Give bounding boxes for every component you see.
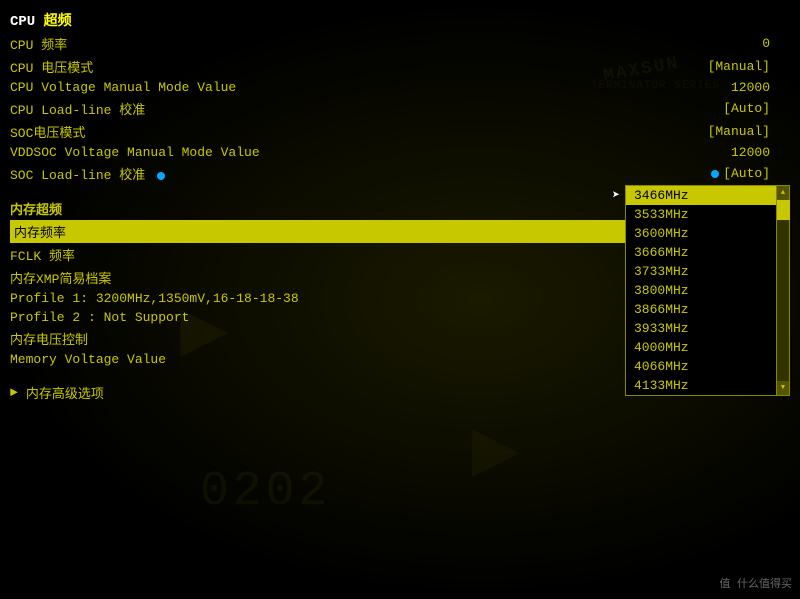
dropdown-item-3733[interactable]: 3733MHz: [626, 262, 776, 281]
dropdown-item-3466-label: 3466MHz: [634, 188, 689, 203]
scroll-down-icon: ▼: [781, 384, 785, 392]
dropdown-item-3600[interactable]: 3600MHz: [626, 224, 776, 243]
dropdown-item-3933[interactable]: 3933MHz: [626, 319, 776, 338]
cpu-loadline-row[interactable]: CPU Load-line 校准 [Auto]: [10, 97, 770, 120]
dropdown-item-3600-label: 3600MHz: [634, 226, 689, 241]
cpu-freq-value: 0: [762, 36, 770, 51]
soc-loadline-row[interactable]: SOC Load-line 校准 [Auto]: [10, 162, 770, 185]
pointer-triangle-icon: ►: [10, 385, 18, 400]
scrollbar-track: [776, 200, 789, 381]
cpu-voltage-manual-value: 12000: [731, 80, 770, 95]
cpu-label-static: CPU: [10, 14, 44, 30]
scrollbar-thumb[interactable]: [777, 200, 790, 220]
cpu-voltage-mode-value: [Manual]: [708, 59, 770, 74]
soc-loadline-label: SOC Load-line 校准: [10, 164, 169, 183]
advanced-options-label: 内存高级选项: [26, 383, 104, 402]
soc-voltage-mode-value: [Manual]: [708, 124, 770, 139]
cpu-freq-row[interactable]: CPU 频率 0: [10, 32, 770, 55]
dropdown-item-3533[interactable]: 3533MHz: [626, 205, 776, 224]
dropdown-item-4066[interactable]: 4066MHz: [626, 357, 776, 376]
soc-loadline-dot2: [711, 170, 719, 178]
dropdown-item-4000-label: 4000MHz: [634, 340, 689, 355]
cpu-voltage-manual-row[interactable]: CPU Voltage Manual Mode Value 12000: [10, 78, 770, 97]
soc-voltage-mode-label: SOC电压模式: [10, 122, 85, 141]
cpu-section-title: CPU 超频: [10, 10, 770, 30]
mouse-cursor-icon: ➤: [612, 188, 620, 203]
cpu-voltage-manual-label: CPU Voltage Manual Mode Value: [10, 80, 236, 95]
dropdown-item-3866-label: 3866MHz: [634, 302, 689, 317]
dropdown-item-3800-label: 3800MHz: [634, 283, 689, 298]
cpu-loadline-label: CPU Load-line 校准: [10, 99, 145, 118]
soc-voltage-mode-row[interactable]: SOC电压模式 [Manual]: [10, 120, 770, 143]
dropdown-item-3666-label: 3666MHz: [634, 245, 689, 260]
dropdown-item-4066-label: 4066MHz: [634, 359, 689, 374]
dropdown-item-4133[interactable]: 4133MHz: [626, 376, 776, 395]
dropdown-items-container: 3466MHz 3533MHz 3600MHz 3666MHz 3733MHz …: [626, 186, 776, 395]
vddsoc-voltage-value: 12000: [731, 145, 770, 160]
cpu-label-highlight: 超频: [44, 14, 72, 30]
xmp-profile-label: 内存XMP简易档案: [10, 268, 111, 287]
dropdown-item-3533-label: 3533MHz: [634, 207, 689, 222]
dropdown-item-3666[interactable]: 3666MHz: [626, 243, 776, 262]
soc-loadline-value: [Auto]: [707, 166, 770, 181]
cpu-freq-label: CPU 频率: [10, 34, 67, 53]
scroll-up-icon: ▲: [781, 189, 785, 197]
dropdown-item-4133-label: 4133MHz: [634, 378, 689, 393]
bottom-right-watermark: 值 什么值得买: [719, 575, 792, 591]
scrollbar-down-arrow[interactable]: ▼: [776, 381, 789, 395]
mem-freq-label: 内存频率: [14, 222, 66, 241]
dropdown-item-3866[interactable]: 3866MHz: [626, 300, 776, 319]
mem-voltage-value-label: Memory Voltage Value: [10, 352, 166, 367]
fclk-freq-label: FCLK 频率: [10, 245, 75, 264]
freq-dropdown[interactable]: ▲ ▼ 3466MHz 3533MHz 3600MHz 3666MHz: [625, 185, 790, 396]
cpu-voltage-mode-row[interactable]: CPU 电压模式 [Manual]: [10, 55, 770, 78]
cpu-voltage-mode-label: CPU 电压模式: [10, 57, 93, 76]
cpu-loadline-value: [Auto]: [723, 101, 770, 116]
vddsoc-voltage-row[interactable]: VDDSOC Voltage Manual Mode Value 12000: [10, 143, 770, 162]
dropdown-item-3933-label: 3933MHz: [634, 321, 689, 336]
dropdown-item-3800[interactable]: 3800MHz: [626, 281, 776, 300]
dropdown-item-4000[interactable]: 4000MHz: [626, 338, 776, 357]
mem-voltage-control-label: 内存电压控制: [10, 329, 88, 348]
dropdown-item-3733-label: 3733MHz: [634, 264, 689, 279]
dropdown-item-3466[interactable]: 3466MHz: [626, 186, 776, 205]
vddsoc-voltage-label: VDDSOC Voltage Manual Mode Value: [10, 145, 260, 160]
scrollbar-up-arrow[interactable]: ▲: [776, 186, 789, 200]
soc-loadline-dot: [157, 172, 165, 180]
